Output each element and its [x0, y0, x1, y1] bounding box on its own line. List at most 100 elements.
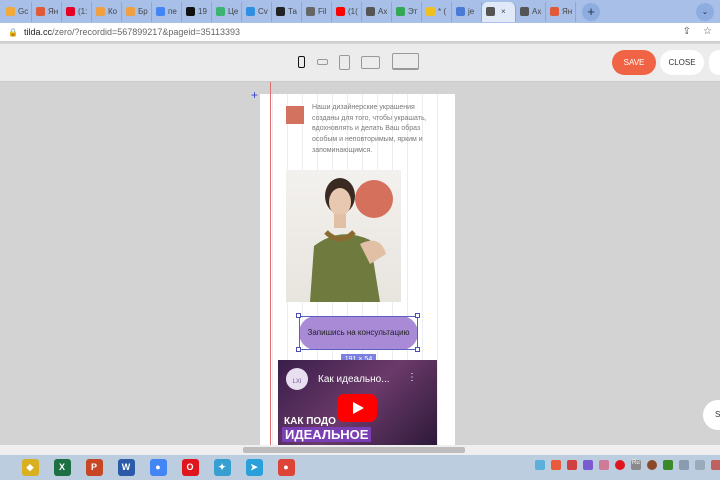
decor-square[interactable]	[286, 106, 304, 124]
browser-tab[interactable]: Ко	[92, 1, 122, 22]
browser-tab[interactable]: пе	[152, 1, 182, 22]
browser-tab[interactable]: Це	[212, 1, 242, 22]
notification-icon[interactable]	[710, 460, 720, 470]
tab-favicon-icon	[96, 7, 105, 16]
tab-search-button[interactable]: ⌄	[696, 3, 714, 21]
word-icon: W	[117, 459, 135, 476]
url-path: /zero/?recordid=567899217&pageid=3511339…	[51, 27, 240, 37]
tab-close-icon[interactable]: ×	[501, 7, 506, 16]
video-caption-1: КАК ПОДО	[284, 416, 336, 427]
tab-favicon-icon	[126, 7, 135, 16]
tray-icon[interactable]	[567, 460, 577, 470]
browser-tab[interactable]: Ян	[32, 1, 62, 22]
tab-title: Це	[228, 7, 239, 16]
language-indicator[interactable]: Ru	[631, 460, 641, 470]
tab-favicon-icon	[336, 7, 345, 16]
viber-icon[interactable]	[583, 460, 593, 470]
guide-line[interactable]	[270, 82, 271, 445]
tab-title: Ах	[378, 7, 388, 16]
crosshair-icon: +	[251, 88, 259, 102]
tab-favicon-icon	[186, 7, 195, 16]
browser-tab[interactable]: ×	[482, 1, 516, 22]
browser-tab[interactable]: Gc	[2, 1, 32, 22]
browser-tab[interactable]: Ах	[362, 1, 392, 22]
taskbar-app-opera[interactable]: O	[174, 455, 206, 480]
desktop-icon[interactable]	[392, 53, 419, 70]
resize-handle-bl[interactable]	[296, 347, 301, 352]
tray-icon[interactable]	[551, 460, 561, 470]
browser-tab[interactable]: je	[452, 1, 482, 22]
taskbar-app-bird-app[interactable]: ✦	[206, 455, 238, 480]
tab-title: Эт	[408, 7, 418, 16]
tab-title: Ах	[532, 7, 542, 16]
volume-icon[interactable]	[694, 460, 705, 470]
taskbar-app-powerpoint[interactable]: P	[78, 455, 110, 480]
browser-tab[interactable]: Та	[272, 1, 302, 22]
tab-favicon-icon	[156, 7, 165, 16]
browser-tab[interactable]: Бр	[122, 1, 152, 22]
tab-favicon-icon	[276, 7, 285, 16]
system-tray: Ru	[535, 460, 720, 470]
selection-frame	[299, 316, 418, 350]
editor-canvas[interactable]: + Наши дизайнерские украшения созданы дл…	[0, 82, 720, 445]
tab-title: Бр	[138, 7, 148, 16]
browser-tab[interactable]: Fil	[302, 1, 332, 22]
tray-icon[interactable]	[535, 460, 545, 470]
excel-icon: X	[53, 459, 71, 476]
taskbar-app-app-yellow[interactable]: ◆	[14, 455, 46, 480]
chrome-icon: ●	[149, 459, 167, 476]
play-icon[interactable]	[337, 394, 377, 422]
mobile-landscape-icon[interactable]	[317, 59, 328, 65]
taskbar-app-excel[interactable]: X	[46, 455, 78, 480]
network-icon[interactable]	[678, 460, 689, 470]
scrollbar-thumb[interactable]	[243, 447, 465, 453]
resize-handle-tl[interactable]	[296, 313, 301, 318]
browser-tab[interactable]: Эт	[392, 1, 422, 22]
video-title[interactable]: Как идеально...	[318, 374, 390, 385]
tray-icon[interactable]	[646, 460, 657, 470]
browser-tab[interactable]: (1(	[332, 1, 362, 22]
tab-title: Та	[288, 7, 297, 16]
taskbar-app-chrome[interactable]: ●	[142, 455, 174, 480]
tab-title: Gc	[18, 7, 29, 16]
taskbar-app-telegram[interactable]: ➤	[238, 455, 270, 480]
app-yellow-icon: ◆	[21, 459, 39, 476]
tray-icon[interactable]	[599, 460, 609, 470]
tab-favicon-icon	[366, 7, 375, 16]
opera-icon[interactable]	[615, 460, 625, 470]
tablet-landscape-icon[interactable]	[361, 56, 380, 69]
youtube-embed[interactable]: LXI Как идеально... ⋮ КАК ПОДО ИДЕАЛЬНОЕ	[278, 360, 437, 445]
model-figure	[310, 178, 386, 302]
video-caption-2: ИДЕАЛЬНОЕ	[282, 427, 372, 442]
new-tab-button[interactable]: +	[582, 2, 600, 21]
browser-tab[interactable]: 19	[182, 1, 212, 22]
tab-favicon-icon	[306, 7, 315, 16]
channel-logo[interactable]: LXI	[286, 368, 308, 390]
tab-title: * (	[438, 7, 446, 16]
nvidia-icon[interactable]	[662, 460, 673, 470]
tablet-portrait-icon[interactable]	[339, 55, 350, 70]
tab-title: Fil	[318, 7, 327, 16]
browser-tab[interactable]: Ах	[516, 1, 546, 22]
address-bar[interactable]: 🔒 tilda.cc/zero/?recordid=567899217&page…	[0, 23, 720, 42]
tab-title: Ян	[562, 7, 573, 16]
share-icon[interactable]: ⇪	[683, 26, 691, 37]
save-button[interactable]: SAVE	[612, 50, 656, 75]
taskbar-app-chrome-2[interactable]: ●	[270, 455, 302, 480]
body-text[interactable]: Наши дизайнерские украшения созданы для …	[312, 103, 442, 157]
taskbar-app-word[interactable]: W	[110, 455, 142, 480]
telegram-icon: ➤	[245, 459, 263, 476]
tab-title: Ко	[108, 7, 118, 16]
browser-tab[interactable]: * (	[422, 1, 452, 22]
resize-handle-tr[interactable]	[415, 313, 420, 318]
browser-tab[interactable]: (1:	[62, 1, 92, 22]
browser-tab[interactable]: Cv	[242, 1, 272, 22]
mobile-portrait-icon[interactable]	[298, 56, 305, 68]
tab-favicon-icon	[486, 7, 495, 16]
browser-tab[interactable]: Ян	[546, 1, 576, 22]
extra-button[interactable]	[709, 50, 720, 75]
resize-handle-br[interactable]	[415, 347, 420, 352]
close-button[interactable]: CLOSE	[660, 50, 704, 75]
more-icon[interactable]: ⋮	[407, 372, 417, 383]
bookmark-star-icon[interactable]: ☆	[703, 26, 712, 37]
